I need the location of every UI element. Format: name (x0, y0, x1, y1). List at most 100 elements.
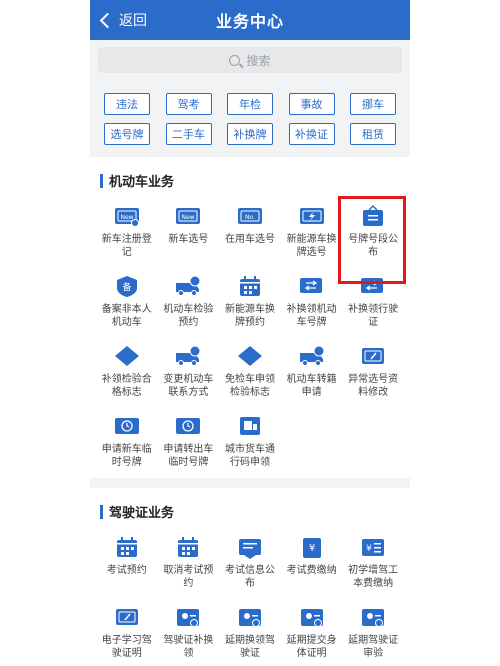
driver-section-title: 驾驶证业务 (90, 488, 410, 529)
service-item[interactable]: 取消考试预约 (158, 529, 220, 599)
service-item-label: 延期驾驶证审验 (348, 635, 399, 659)
highlight-box (338, 196, 406, 284)
service-item[interactable]: 补领检验合格标志 (96, 338, 158, 408)
driver-services-grid: 考试预约 取消考试预约 考试信息公布 ¥ 考试费缴纳 ¥ 初学增驾工本费缴纳电子学习驾驶证明… (90, 529, 410, 666)
quick-link-chip[interactable]: 年检 (227, 93, 273, 115)
section-divider (90, 478, 410, 488)
quick-link-chip[interactable]: 事故 (288, 93, 335, 115)
service-item[interactable]: 新能源车换牌选号 (281, 198, 343, 268)
license-swap-icon (174, 605, 202, 629)
left-margin (0, 0, 90, 666)
service-item[interactable]: 考试信息公布 (219, 529, 281, 599)
service-item[interactable]: New 新车选号 (158, 198, 220, 268)
transfer-truck-icon (298, 344, 326, 368)
service-item[interactable]: 申请转出车临时号牌 (158, 408, 220, 478)
service-item[interactable]: ¥ 初学增驾工本费缴纳 (342, 529, 404, 599)
service-item-label: 备案非本人机动车 (101, 304, 152, 328)
svg-text:¥: ¥ (308, 543, 314, 554)
service-item[interactable]: 备备案非本人机动车 (96, 268, 158, 338)
service-item[interactable]: 电子学习驾驶证明 (96, 599, 158, 666)
quick-link-chip[interactable]: 挪车 (350, 93, 396, 115)
driver-section-label: 驾驶证业务 (109, 506, 175, 521)
service-item-label: 免检车申领检验标志 (224, 374, 275, 398)
svg-text:¥: ¥ (366, 544, 372, 554)
service-item-label: 异常选号资料修改 (348, 374, 399, 398)
service-item-label: 电子学习驾驶证明 (101, 635, 152, 659)
service-item-label: 补领检验合格标志 (101, 374, 152, 398)
service-item[interactable]: 免检车申领检验标志 (219, 338, 281, 408)
service-item[interactable]: 延期驾驶证审验 (342, 599, 404, 666)
search-area: 搜索 (90, 40, 410, 81)
search-input[interactable]: 搜索 (98, 47, 402, 73)
quick-link-chip[interactable]: 二手车 (165, 123, 212, 145)
record-icon: 备 (113, 274, 141, 298)
service-item-label: 新能源车换牌预约 (224, 304, 275, 328)
service-item[interactable]: 补换领机动车号牌 (281, 268, 343, 338)
quick-links-row-1: 违法 驾考 年检 事故 挪车 (90, 93, 410, 115)
temp-plate-icon (113, 414, 141, 438)
service-item-label: 延期提交身体证明 (286, 635, 337, 659)
back-label: 返回 (119, 13, 147, 29)
service-item[interactable]: 机动车检验预约 (158, 268, 220, 338)
service-item-label: 变更机动车联系方式 (163, 374, 214, 398)
section-accent-bar (100, 173, 103, 188)
service-item-label: 初学增驾工本费缴纳 (348, 565, 399, 589)
e-doc-icon (113, 605, 141, 629)
service-item[interactable]: 申请新车临时号牌 (96, 408, 158, 478)
chevron-left-icon (99, 12, 116, 28)
service-item[interactable]: 机动车转籍申请 (281, 338, 343, 408)
ev-calendar-icon (236, 274, 264, 298)
service-item-label: 考试预约 (106, 565, 147, 576)
vehicle-section-label: 机动车业务 (109, 175, 175, 190)
quick-link-chip[interactable]: 租赁 (350, 123, 396, 145)
service-item[interactable]: 新能源车换牌预约 (219, 268, 281, 338)
delay-body-icon (298, 605, 326, 629)
search-placeholder: 搜索 (246, 53, 271, 68)
ev-plate-icon (298, 204, 326, 228)
service-item[interactable]: 城市货车通行码申领 (219, 408, 281, 478)
service-item[interactable]: 延期提交身体证明 (281, 599, 343, 666)
delay-review-icon (359, 605, 387, 629)
delay-swap-icon (236, 605, 264, 629)
service-item[interactable]: 变更机动车联系方式 (158, 338, 220, 408)
service-item-label: 申请转出车临时号牌 (163, 444, 214, 468)
edit-card-icon (359, 344, 387, 368)
service-item[interactable]: No. 在用车选号 (219, 198, 281, 268)
phone-truck-icon (174, 344, 202, 368)
quick-link-chip[interactable]: 补换牌 (227, 123, 273, 145)
service-item[interactable]: 驾驶证补换领 (158, 599, 220, 666)
service-item-label: 取消考试预约 (163, 565, 214, 589)
svg-text:New: New (120, 214, 133, 221)
service-item[interactable]: ¥ 考试费缴纳 (281, 529, 343, 599)
quick-links-row-2: 选号牌 二手车 补换牌 补换证 租赁 (90, 123, 410, 145)
new-plate-icon: New (174, 204, 202, 228)
service-item-label: 考试费缴纳 (286, 565, 337, 576)
service-item-label: 补换领机动车号牌 (286, 304, 337, 328)
service-item[interactable]: 延期换领驾驶证 (219, 599, 281, 666)
calendar-cancel-icon (174, 535, 202, 559)
quick-link-chip[interactable]: 驾考 (165, 93, 212, 115)
section-accent-bar (100, 504, 103, 519)
service-item-label: 驾驶证补换领 (163, 635, 214, 659)
quick-link-chip[interactable]: 选号牌 (104, 123, 150, 145)
search-icon (229, 54, 241, 66)
fee-list-icon: ¥ (359, 535, 387, 559)
service-item[interactable]: 异常选号资料修改 (342, 338, 404, 408)
service-item-label: 新车选号 (168, 234, 209, 245)
quick-link-chip[interactable]: 违法 (104, 93, 150, 115)
back-button[interactable]: 返回 (98, 0, 147, 40)
vehicle-section-title: 机动车业务 (90, 157, 410, 198)
calendar-icon (113, 535, 141, 559)
fee-icon: ¥ (298, 535, 326, 559)
service-item-label: 机动车转籍申请 (286, 374, 337, 398)
app-screen: 返回 业务中心 搜索 违法 驾考 年检 事故 挪车 选号牌 二手车 补换牌 补换证 租赁 机动车… (90, 0, 410, 666)
svg-text:New: New (182, 214, 195, 221)
top-bar: 返回 业务中心 (90, 0, 410, 40)
inspection-truck-icon (174, 274, 202, 298)
service-item-label: 新车注册登记 (101, 234, 152, 258)
service-item-label: 在用车选号 (224, 234, 275, 245)
temp-plate-out-icon (174, 414, 202, 438)
service-item[interactable]: New 新车注册登记 (96, 198, 158, 268)
service-item[interactable]: 考试预约 (96, 529, 158, 599)
quick-link-chip[interactable]: 补换证 (288, 123, 335, 145)
